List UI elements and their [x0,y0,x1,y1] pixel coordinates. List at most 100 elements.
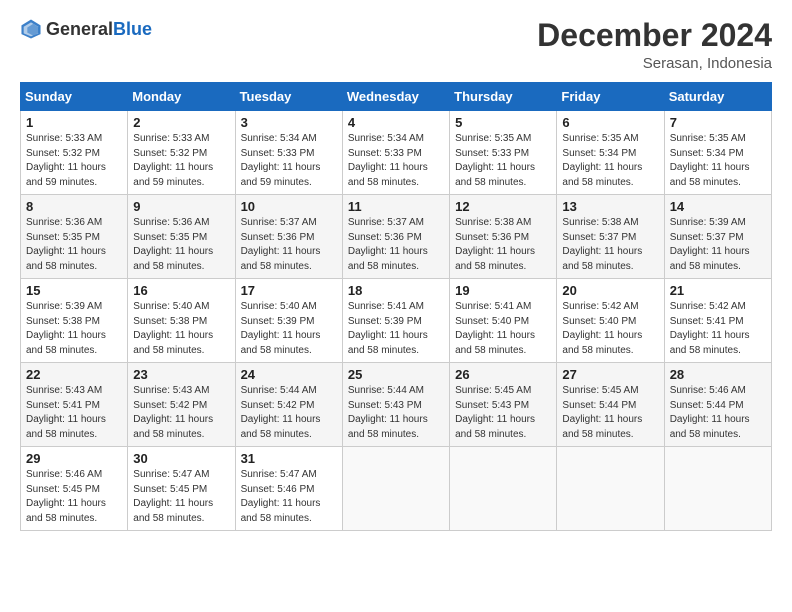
day-number: 27 [562,367,658,382]
col-monday: Monday [128,83,235,111]
calendar-week-row: 29 Sunrise: 5:46 AMSunset: 5:45 PMDaylig… [21,447,772,531]
day-detail: Sunrise: 5:40 AMSunset: 5:39 PMDaylight:… [241,300,337,358]
calendar-cell: 3 Sunrise: 5:34 AMSunset: 5:33 PMDayligh… [235,111,342,195]
day-detail: Sunrise: 5:38 AMSunset: 5:37 PMDaylight:… [562,216,658,274]
calendar-cell: 15 Sunrise: 5:39 AMSunset: 5:38 PMDaylig… [21,279,128,363]
calendar-cell: 30 Sunrise: 5:47 AMSunset: 5:45 PMDaylig… [128,447,235,531]
calendar-cell: 22 Sunrise: 5:43 AMSunset: 5:41 PMDaylig… [21,363,128,447]
calendar-cell: 21 Sunrise: 5:42 AMSunset: 5:41 PMDaylig… [664,279,771,363]
calendar-week-row: 22 Sunrise: 5:43 AMSunset: 5:41 PMDaylig… [21,363,772,447]
day-detail: Sunrise: 5:37 AMSunset: 5:36 PMDaylight:… [348,216,444,274]
day-number: 21 [670,283,766,298]
day-detail: Sunrise: 5:37 AMSunset: 5:36 PMDaylight:… [241,216,337,274]
day-number: 10 [241,199,337,214]
day-number: 8 [26,199,122,214]
calendar-cell: 5 Sunrise: 5:35 AMSunset: 5:33 PMDayligh… [450,111,557,195]
month-title: December 2024 [537,18,772,53]
calendar-cell: 7 Sunrise: 5:35 AMSunset: 5:34 PMDayligh… [664,111,771,195]
page: GeneralBlue December 2024 Serasan, Indon… [0,0,792,612]
day-number: 3 [241,115,337,130]
calendar-cell: 1 Sunrise: 5:33 AMSunset: 5:32 PMDayligh… [21,111,128,195]
col-sunday: Sunday [21,83,128,111]
logo: GeneralBlue [20,18,152,40]
day-number: 9 [133,199,229,214]
day-number: 28 [670,367,766,382]
day-detail: Sunrise: 5:33 AMSunset: 5:32 PMDaylight:… [133,132,229,190]
col-saturday: Saturday [664,83,771,111]
calendar-cell: 8 Sunrise: 5:36 AMSunset: 5:35 PMDayligh… [21,195,128,279]
day-detail: Sunrise: 5:38 AMSunset: 5:36 PMDaylight:… [455,216,551,274]
day-detail: Sunrise: 5:33 AMSunset: 5:32 PMDaylight:… [26,132,122,190]
day-number: 20 [562,283,658,298]
day-number: 7 [670,115,766,130]
day-detail: Sunrise: 5:44 AMSunset: 5:42 PMDaylight:… [241,384,337,442]
calendar-cell: 11 Sunrise: 5:37 AMSunset: 5:36 PMDaylig… [342,195,449,279]
day-number: 14 [670,199,766,214]
day-detail: Sunrise: 5:35 AMSunset: 5:34 PMDaylight:… [562,132,658,190]
logo-text: GeneralBlue [46,19,152,40]
calendar-cell: 27 Sunrise: 5:45 AMSunset: 5:44 PMDaylig… [557,363,664,447]
day-number: 12 [455,199,551,214]
calendar-cell [450,447,557,531]
day-number: 1 [26,115,122,130]
day-detail: Sunrise: 5:47 AMSunset: 5:45 PMDaylight:… [133,468,229,526]
day-number: 13 [562,199,658,214]
day-detail: Sunrise: 5:42 AMSunset: 5:41 PMDaylight:… [670,300,766,358]
calendar-table: Sunday Monday Tuesday Wednesday Thursday… [20,82,772,531]
day-number: 30 [133,451,229,466]
calendar-cell [342,447,449,531]
day-detail: Sunrise: 5:46 AMSunset: 5:45 PMDaylight:… [26,468,122,526]
calendar-cell: 17 Sunrise: 5:40 AMSunset: 5:39 PMDaylig… [235,279,342,363]
calendar-cell: 10 Sunrise: 5:37 AMSunset: 5:36 PMDaylig… [235,195,342,279]
calendar-cell: 24 Sunrise: 5:44 AMSunset: 5:42 PMDaylig… [235,363,342,447]
logo-icon [20,18,42,40]
day-detail: Sunrise: 5:39 AMSunset: 5:38 PMDaylight:… [26,300,122,358]
calendar-cell: 18 Sunrise: 5:41 AMSunset: 5:39 PMDaylig… [342,279,449,363]
calendar-cell: 28 Sunrise: 5:46 AMSunset: 5:44 PMDaylig… [664,363,771,447]
calendar-week-row: 1 Sunrise: 5:33 AMSunset: 5:32 PMDayligh… [21,111,772,195]
day-number: 23 [133,367,229,382]
day-number: 6 [562,115,658,130]
day-number: 26 [455,367,551,382]
day-number: 22 [26,367,122,382]
calendar-cell: 13 Sunrise: 5:38 AMSunset: 5:37 PMDaylig… [557,195,664,279]
calendar-cell: 9 Sunrise: 5:36 AMSunset: 5:35 PMDayligh… [128,195,235,279]
calendar-cell: 31 Sunrise: 5:47 AMSunset: 5:46 PMDaylig… [235,447,342,531]
day-number: 15 [26,283,122,298]
day-detail: Sunrise: 5:47 AMSunset: 5:46 PMDaylight:… [241,468,337,526]
day-number: 11 [348,199,444,214]
day-detail: Sunrise: 5:35 AMSunset: 5:34 PMDaylight:… [670,132,766,190]
day-detail: Sunrise: 5:43 AMSunset: 5:41 PMDaylight:… [26,384,122,442]
header: GeneralBlue December 2024 Serasan, Indon… [20,18,772,72]
day-detail: Sunrise: 5:41 AMSunset: 5:40 PMDaylight:… [455,300,551,358]
calendar-week-row: 8 Sunrise: 5:36 AMSunset: 5:35 PMDayligh… [21,195,772,279]
day-number: 19 [455,283,551,298]
day-number: 29 [26,451,122,466]
day-number: 17 [241,283,337,298]
col-friday: Friday [557,83,664,111]
logo-general: General [46,19,113,39]
day-detail: Sunrise: 5:40 AMSunset: 5:38 PMDaylight:… [133,300,229,358]
location-title: Serasan, Indonesia [537,55,772,72]
calendar-week-row: 15 Sunrise: 5:39 AMSunset: 5:38 PMDaylig… [21,279,772,363]
day-detail: Sunrise: 5:44 AMSunset: 5:43 PMDaylight:… [348,384,444,442]
day-number: 16 [133,283,229,298]
calendar-cell: 16 Sunrise: 5:40 AMSunset: 5:38 PMDaylig… [128,279,235,363]
day-number: 18 [348,283,444,298]
day-detail: Sunrise: 5:45 AMSunset: 5:43 PMDaylight:… [455,384,551,442]
calendar-cell: 23 Sunrise: 5:43 AMSunset: 5:42 PMDaylig… [128,363,235,447]
calendar-cell: 14 Sunrise: 5:39 AMSunset: 5:37 PMDaylig… [664,195,771,279]
calendar-header-row: Sunday Monday Tuesday Wednesday Thursday… [21,83,772,111]
day-number: 4 [348,115,444,130]
calendar-cell: 2 Sunrise: 5:33 AMSunset: 5:32 PMDayligh… [128,111,235,195]
calendar-cell: 4 Sunrise: 5:34 AMSunset: 5:33 PMDayligh… [342,111,449,195]
calendar-cell: 20 Sunrise: 5:42 AMSunset: 5:40 PMDaylig… [557,279,664,363]
day-number: 2 [133,115,229,130]
day-detail: Sunrise: 5:36 AMSunset: 5:35 PMDaylight:… [133,216,229,274]
day-detail: Sunrise: 5:39 AMSunset: 5:37 PMDaylight:… [670,216,766,274]
day-detail: Sunrise: 5:35 AMSunset: 5:33 PMDaylight:… [455,132,551,190]
day-number: 24 [241,367,337,382]
day-detail: Sunrise: 5:41 AMSunset: 5:39 PMDaylight:… [348,300,444,358]
calendar-cell [664,447,771,531]
day-detail: Sunrise: 5:34 AMSunset: 5:33 PMDaylight:… [241,132,337,190]
